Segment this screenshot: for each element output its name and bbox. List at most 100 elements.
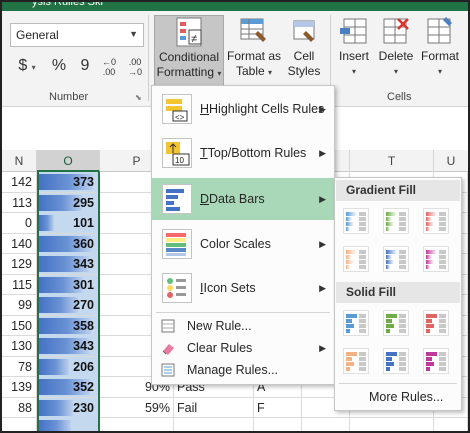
- cell-o[interactable]: 206: [37, 356, 100, 377]
- cell-o[interactable]: 373: [37, 172, 100, 192]
- format-cells-icon: [424, 15, 456, 47]
- data-bar: [39, 358, 69, 375]
- cell-q[interactable]: [174, 418, 254, 431]
- gradient-data-bar-option[interactable]: [423, 208, 449, 234]
- cell-n[interactable]: 142: [2, 172, 37, 192]
- cell-o[interactable]: 101: [37, 213, 100, 233]
- chevron-right-icon: ▶: [319, 283, 326, 293]
- menu-item-highlight-cells-rules[interactable]: <> HHighlight Cells Rules ▶: [152, 90, 334, 128]
- gradient-data-bar-option[interactable]: [383, 208, 409, 234]
- percent-button[interactable]: %: [48, 57, 70, 81]
- conditional-formatting-line1: Conditional: [158, 50, 220, 64]
- cell-o[interactable]: 360: [37, 233, 100, 254]
- manage-rules-icon: [160, 362, 176, 378]
- cell-o[interactable]: 343: [37, 254, 100, 274]
- column-header-t[interactable]: T: [350, 150, 434, 172]
- menu-item-manage-rules[interactable]: Manage Rules...: [152, 359, 334, 381]
- gradient-data-bar-option[interactable]: [423, 246, 449, 272]
- number-format-value: General: [16, 28, 59, 42]
- cell-n[interactable]: 139: [2, 377, 37, 397]
- icon-sets-label: IIcon Sets: [200, 281, 256, 295]
- cell-empty[interactable]: [434, 418, 468, 431]
- menu-item-new-rule[interactable]: New Rule...: [152, 315, 334, 337]
- cell-n[interactable]: 140: [2, 233, 37, 254]
- cell-n[interactable]: 0: [2, 213, 37, 233]
- cell-n[interactable]: 130: [2, 336, 37, 356]
- solid-data-bar-option[interactable]: [423, 348, 449, 374]
- number-format-select[interactable]: General ▼: [10, 23, 144, 47]
- menu-item-icon-sets[interactable]: IIcon Sets ▶: [152, 268, 334, 308]
- column-header-u[interactable]: U: [434, 150, 468, 172]
- format-as-table-button[interactable]: Format as Table ▾: [226, 15, 282, 87]
- clear-rules-label: Clear Rules: [187, 341, 253, 355]
- delete-button[interactable]: Delete ▾: [376, 15, 416, 87]
- format-label: Format: [420, 49, 459, 63]
- solid-data-bar-option[interactable]: [383, 348, 409, 374]
- cell-o[interactable]: 230: [37, 397, 100, 418]
- format-as-table-line2: Table: [235, 64, 265, 78]
- top-bottom-label: TTop/Bottom Rules: [200, 146, 307, 160]
- cell-value: 373: [73, 175, 94, 189]
- currency-button[interactable]: $ ▾: [16, 57, 38, 81]
- cell-q[interactable]: Fail: [174, 397, 254, 418]
- data-bars-submenu: Gradient Fill Solid Fill More Rules...: [334, 177, 462, 411]
- gradient-data-bar-option[interactable]: [383, 246, 409, 272]
- cell-value: 301: [73, 277, 94, 292]
- number-group-label: Number: [49, 91, 89, 103]
- cell-value: 295: [73, 195, 94, 210]
- cell-n[interactable]: 113: [2, 192, 37, 213]
- cell-empty[interactable]: [350, 418, 434, 431]
- cell-o[interactable]: 295: [37, 192, 100, 213]
- cell-o[interactable]: 270: [37, 295, 100, 315]
- cell-n[interactable]: 78: [2, 356, 37, 377]
- cell-o[interactable]: [37, 418, 100, 431]
- conditional-formatting-button[interactable]: ≠ Conditional Formatting ▾: [154, 15, 224, 87]
- cell-n[interactable]: 88: [2, 397, 37, 418]
- cell-r[interactable]: F: [254, 397, 302, 418]
- gradient-data-bar-option[interactable]: [343, 246, 369, 272]
- menu-item-color-scales[interactable]: Color Scales ▶: [152, 224, 334, 264]
- cell-p[interactable]: 59%: [100, 397, 174, 418]
- cell-o[interactable]: 343: [37, 336, 100, 356]
- gradient-data-bar-option[interactable]: [343, 208, 369, 234]
- menu-item-top-bottom-rules[interactable]: 10 TTop/Bottom Rules ▶: [152, 134, 334, 172]
- data-bar: [39, 297, 78, 313]
- cell-n[interactable]: 150: [2, 315, 37, 336]
- cell-n[interactable]: 115: [2, 274, 37, 295]
- solid-data-bar-option[interactable]: [423, 310, 449, 336]
- increase-decimal-button[interactable]: ←0.00: [98, 57, 120, 81]
- solid-data-bar-option[interactable]: [343, 348, 369, 374]
- insert-button[interactable]: Insert ▾: [335, 15, 373, 87]
- format-button[interactable]: Format ▾: [418, 15, 462, 87]
- chevron-right-icon: ▶: [319, 194, 326, 204]
- cell-styles-button[interactable]: Cell Styles ▾: [284, 15, 324, 92]
- solid-data-bar-option[interactable]: [383, 310, 409, 336]
- chevron-right-icon: ▶: [319, 343, 326, 353]
- cell-styles-line1: Cell: [293, 49, 315, 63]
- decrease-decimal-button[interactable]: .00 →0: [124, 57, 146, 81]
- color-scales-label: Color Scales: [200, 237, 271, 251]
- cell-value: 343: [73, 339, 94, 353]
- dialog-launcher-icon[interactable]: ⬊: [135, 93, 142, 102]
- conditional-formatting-menu: <> HHighlight Cells Rules ▶ 10 TTop/Bott…: [151, 85, 335, 385]
- cell-o[interactable]: 358: [37, 315, 100, 336]
- top-bottom-icon: 10: [162, 138, 192, 168]
- icon-sets-icon: [162, 273, 192, 303]
- cell-n[interactable]: [2, 418, 37, 431]
- solid-data-bar-option[interactable]: [343, 310, 369, 336]
- more-rules-link[interactable]: More Rules...: [369, 390, 443, 404]
- cell-n[interactable]: 129: [2, 254, 37, 274]
- cell-o[interactable]: 352: [37, 377, 100, 397]
- menu-item-clear-rules[interactable]: Clear Rules ▶: [152, 337, 334, 359]
- column-header-o[interactable]: O: [37, 150, 100, 172]
- cell-empty[interactable]: [302, 418, 350, 431]
- cell-r[interactable]: [254, 418, 302, 431]
- menu-item-data-bars[interactable]: DData Bars ▶: [152, 178, 334, 220]
- cell-n[interactable]: 99: [2, 295, 37, 315]
- comma-button[interactable]: 9: [77, 57, 93, 81]
- cell-p[interactable]: [100, 418, 174, 431]
- format-as-table-line1: Format as: [226, 49, 281, 63]
- cell-o[interactable]: 301: [37, 274, 100, 295]
- column-header-n[interactable]: N: [2, 150, 37, 172]
- format-as-table-icon: [238, 15, 270, 47]
